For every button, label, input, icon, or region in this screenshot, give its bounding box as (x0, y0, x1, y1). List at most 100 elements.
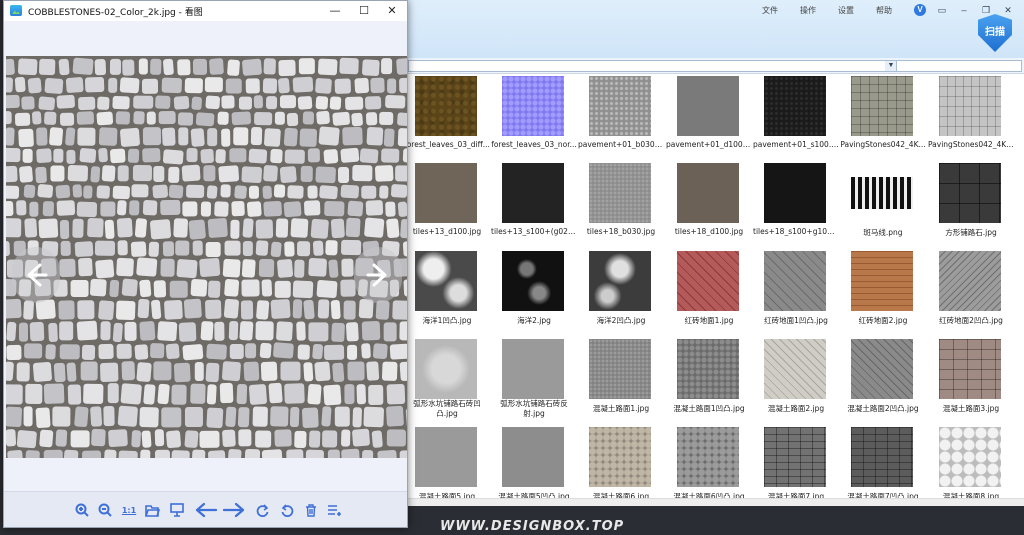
file-thumbnail (764, 251, 826, 311)
file-item[interactable]: tiles+13_s100+(g025... (491, 161, 577, 245)
file-item[interactable]: 混凝土路面7.jpg (753, 425, 839, 509)
file-item[interactable]: 海洋1凹凸.jpg (404, 249, 490, 333)
file-item[interactable]: tiles+18_d100.jpg (666, 161, 752, 245)
file-item[interactable]: 混凝土路面5.jpg (404, 425, 490, 509)
next-button[interactable] (222, 502, 246, 518)
image-canvas[interactable] (6, 56, 407, 458)
rotate-right-icon (256, 503, 268, 517)
address-bar[interactable]: ▼ (408, 60, 898, 72)
actual-size-button[interactable]: 1:1 (119, 502, 139, 518)
file-item[interactable]: 混凝土路面1凹凸.jpg (666, 337, 752, 421)
file-thumbnail (415, 163, 477, 223)
actual-size-icon: 1:1 (121, 505, 137, 515)
file-name: 弧形水坑铺路石砖凹凸.jpg (413, 399, 481, 418)
file-item[interactable]: 混凝土路面8.jpg (928, 425, 1014, 509)
file-thumbnail (415, 339, 477, 399)
close-icon[interactable]: ✕ (1002, 4, 1014, 16)
close-button[interactable]: ✕ (378, 2, 406, 20)
file-name: PavingStones042_4K... (840, 140, 926, 149)
file-name: pavement+01_d100.... (666, 140, 752, 149)
image-viewer-app-icon (10, 5, 22, 16)
file-name: PavingStones042_4K_... (928, 140, 1014, 149)
file-item[interactable]: PavingStones042_4K... (840, 74, 926, 158)
open-folder-button[interactable] (144, 502, 160, 518)
file-item[interactable]: 斑马线.png (840, 161, 926, 245)
file-item[interactable]: 海洋2.jpg (491, 249, 577, 333)
file-item[interactable]: forest_leaves_03_nor... (491, 74, 577, 158)
file-item[interactable]: forest_leaves_03_diff... (404, 74, 490, 158)
menu-help[interactable]: 帮助 (876, 5, 892, 16)
restore-icon[interactable]: ❐ (980, 4, 992, 16)
minimize-button[interactable]: — (321, 2, 349, 20)
file-thumbnail (764, 163, 826, 223)
file-item[interactable]: 红砖地面2.jpg (840, 249, 926, 333)
file-thumbnail (939, 427, 1001, 487)
file-thumbnail (415, 76, 477, 136)
file-item[interactable]: 混凝土路面2.jpg (753, 337, 839, 421)
file-thumbnail (764, 339, 826, 399)
file-name: forest_leaves_03_diff... (404, 140, 490, 149)
file-item[interactable]: pavement+01_s100.jpg (753, 74, 839, 158)
file-item[interactable]: 混凝土路面5凹凸.jpg (491, 425, 577, 509)
search-input[interactable] (896, 60, 1022, 72)
v-logo-icon[interactable]: V (914, 4, 926, 16)
horizontal-scrollbar[interactable] (404, 498, 1024, 506)
menu-action[interactable]: 操作 (800, 5, 816, 16)
file-thumbnail (589, 251, 651, 311)
file-item[interactable]: tiles+18_s100+g100.... (753, 161, 839, 245)
file-item[interactable]: 混凝土路面2凹凸.jpg (840, 337, 926, 421)
image-viewer-window: COBBLESTONES-02_Color_2k.jpg - 看图 — ☐ ✕ … (3, 0, 408, 528)
file-item[interactable]: 弧形水坑铺路石砖反射.jpg (491, 337, 577, 421)
zoom-out-button[interactable] (97, 502, 113, 518)
delete-button[interactable] (303, 502, 319, 518)
file-thumbnail (502, 427, 564, 487)
previous-image-button[interactable] (12, 247, 60, 303)
file-item[interactable]: 混凝土路面6凹凸.jpg (666, 425, 752, 509)
more-button[interactable] (326, 502, 342, 518)
menu-file[interactable]: 文件 (762, 5, 778, 16)
next-image-button[interactable] (354, 247, 402, 303)
file-item[interactable]: pavement+01_d100.... (666, 74, 752, 158)
file-item[interactable]: 混凝土路面1.jpg (578, 337, 664, 421)
file-item[interactable]: tiles+18_b030.jpg (578, 161, 664, 245)
minimize-icon[interactable]: – (958, 4, 970, 16)
file-item[interactable]: 混凝土路面6.jpg (578, 425, 664, 509)
file-thumbnail (677, 76, 739, 136)
file-item[interactable]: 混凝土路面3.jpg (928, 337, 1014, 421)
file-item[interactable]: 弧形水坑铺路石砖凹凸.jpg (404, 337, 490, 421)
rotate-left-button[interactable] (279, 502, 295, 518)
menu-settings[interactable]: 设置 (838, 5, 854, 16)
file-thumbnail (851, 163, 913, 223)
file-thumbnail (939, 339, 1001, 399)
maximize-button[interactable]: ☐ (350, 2, 378, 20)
rotate-right-button[interactable] (254, 502, 270, 518)
file-thumbnail (677, 163, 739, 223)
file-item[interactable]: 方形铺路石.jpg (928, 161, 1014, 245)
file-grid: forest_leaves_03_diff... forest_leaves_03… (404, 74, 1024, 506)
viewer-toolbar: 1:1 (4, 491, 407, 527)
file-item[interactable]: PavingStones042_4K_... (928, 74, 1014, 158)
file-name: tiles+18_d100.jpg (674, 227, 744, 236)
zoom-in-button[interactable] (74, 502, 90, 518)
file-thumbnail (764, 76, 826, 136)
next-arrow-icon (223, 502, 245, 518)
cobblestone-image (6, 56, 407, 458)
file-item[interactable]: 红砖地面1.jpg (666, 249, 752, 333)
slideshow-button[interactable] (169, 502, 185, 518)
file-thumbnail (764, 427, 826, 487)
file-item[interactable]: 红砖地面1凹凸.jpg (753, 249, 839, 333)
file-item[interactable]: 红砖地面2凹凸.jpg (928, 249, 1014, 333)
file-name: 红砖地面2.jpg (858, 316, 908, 325)
previous-button[interactable] (194, 502, 218, 518)
address-row: ▼ (404, 58, 1024, 74)
file-name: 红砖地面2凹凸.jpg (939, 316, 1003, 325)
file-item[interactable]: 海洋2凹凸.jpg (578, 249, 664, 333)
file-item[interactable]: 混凝土路面7凹凸.jpg (840, 425, 926, 509)
file-thumbnail (851, 251, 913, 311)
file-item[interactable]: pavement+01_b030.... (578, 74, 664, 158)
scan-badge[interactable]: 扫描 (978, 14, 1012, 52)
message-icon[interactable]: ▭ (936, 4, 948, 16)
zoom-out-icon (98, 503, 112, 517)
chevron-right-icon (366, 263, 387, 287)
file-item[interactable]: tiles+13_d100.jpg (404, 161, 490, 245)
